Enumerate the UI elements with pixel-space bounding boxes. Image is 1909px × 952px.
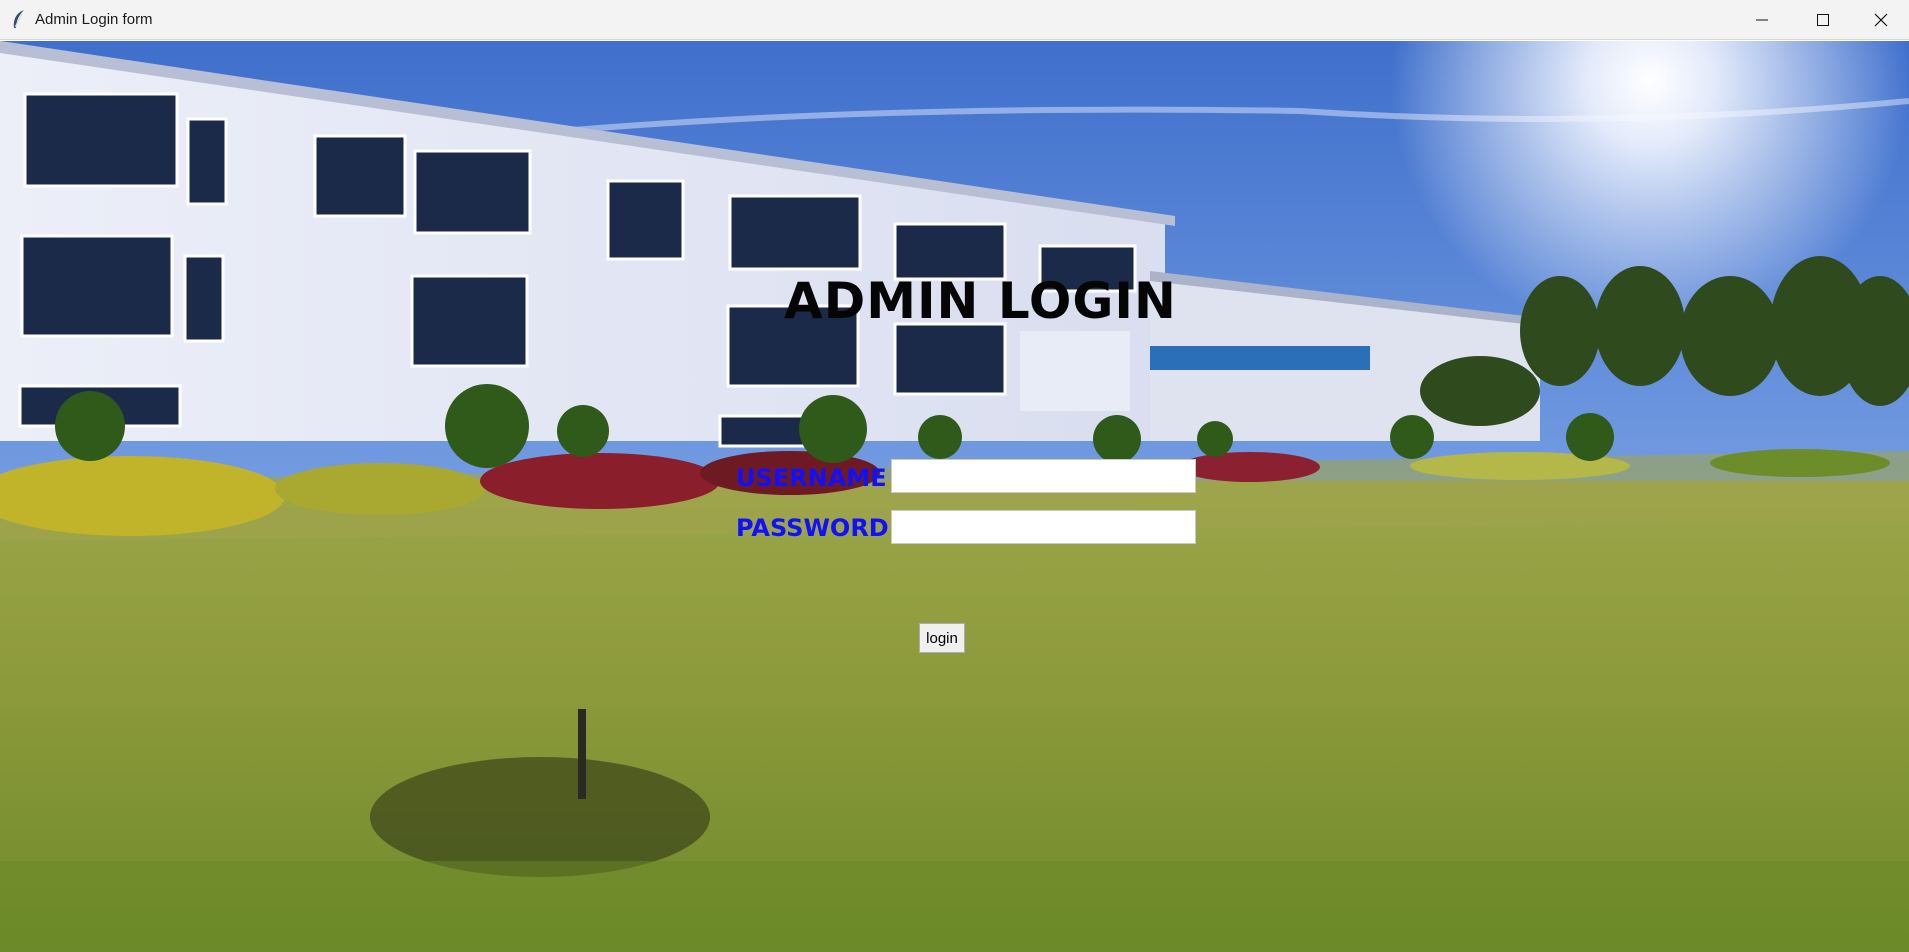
campus-background-photo bbox=[0, 41, 1909, 952]
username-input[interactable] bbox=[891, 459, 1196, 493]
window-title: Admin Login form bbox=[35, 11, 153, 28]
minimize-button[interactable] bbox=[1734, 0, 1790, 40]
page-title: ADMIN LOGIN bbox=[784, 272, 1177, 330]
login-button[interactable]: login bbox=[919, 623, 965, 653]
username-label: USERNAME bbox=[736, 464, 887, 492]
window-titlebar: Admin Login form bbox=[0, 0, 1909, 40]
campus-scene bbox=[0, 41, 1909, 952]
feather-icon bbox=[13, 10, 24, 28]
minimize-icon bbox=[1756, 19, 1768, 21]
password-input[interactable] bbox=[891, 510, 1196, 544]
close-button[interactable] bbox=[1853, 0, 1909, 40]
password-label: PASSWORD bbox=[736, 514, 889, 542]
maximize-button[interactable] bbox=[1795, 0, 1851, 40]
maximize-icon bbox=[1817, 14, 1829, 26]
close-icon bbox=[1874, 13, 1888, 27]
